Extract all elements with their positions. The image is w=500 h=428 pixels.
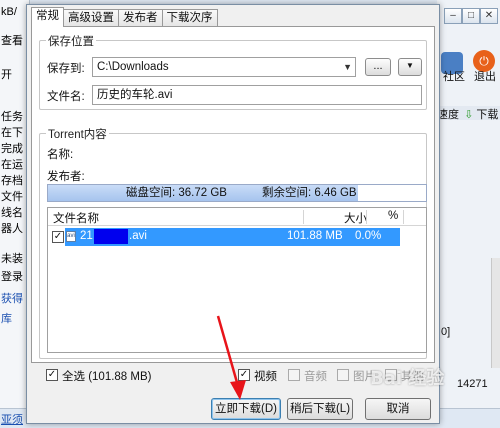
column-filename[interactable]: 文件名称	[53, 210, 99, 226]
image-checkbox[interactable]	[337, 369, 349, 381]
file-name-prefix: 21	[80, 230, 93, 242]
torrent-content-title: Torrent内容	[46, 126, 109, 142]
bg-fragment: 库	[1, 313, 12, 325]
bg-fragment: 在下	[1, 127, 23, 139]
bg-fragment: kB/	[1, 6, 17, 18]
bg-fragment: 0]	[441, 326, 451, 338]
save-location-group: 保存位置 保存到: C:\Downloads ▼ ... ▼ 文件名: 历史的车…	[39, 33, 427, 110]
browse-button[interactable]: ...	[365, 58, 391, 76]
bg-fragment: 完成	[1, 143, 23, 155]
save-path-combo[interactable]: C:\Downloads ▼	[92, 57, 356, 77]
chevron-down-icon[interactable]: ▼	[343, 58, 352, 76]
column-divider[interactable]	[303, 210, 304, 224]
bg-fragment: 获得	[1, 293, 23, 305]
bg-fragment: 亚须	[1, 414, 23, 426]
filename-value: 历史的车轮.avi	[97, 89, 173, 101]
exit-label: 退出	[474, 71, 496, 83]
download-header: 下载	[476, 109, 499, 121]
watermark: Bai 经验	[370, 368, 445, 389]
save-location-title: 保存位置	[46, 33, 96, 49]
background-right-panel: ⏻ 社区 退出 速度 ⇩ 下载 0] 14271	[437, 0, 500, 428]
file-size: 101.88 MB	[287, 230, 343, 242]
filename-label: 文件名:	[47, 91, 85, 103]
remaining-space-text: 剩余空间: 6.46 GB	[262, 187, 357, 199]
tab-bar: 常规 高级设置 发布者 下载次序	[31, 7, 218, 27]
video-file-icon: avi	[66, 231, 76, 242]
publisher-label: 发布者:	[47, 171, 85, 183]
file-percent: 0.0%	[355, 230, 382, 242]
close-icon[interactable]: ✕	[480, 8, 498, 24]
bg-fragment: 线名	[1, 207, 23, 219]
audio-checkbox[interactable]	[288, 369, 300, 381]
tab-general[interactable]: 常规	[31, 7, 64, 27]
file-list-header: 文件名称 大小 %	[48, 208, 426, 226]
cancel-button[interactable]: 取消	[365, 398, 431, 420]
select-all-label[interactable]: 全选 (101.88 MB)	[62, 368, 151, 384]
speed-header: 速度	[437, 109, 459, 121]
select-all-checkbox[interactable]: ✓	[46, 369, 58, 381]
column-size[interactable]: 大小	[344, 210, 367, 226]
column-header: 速度 ⇩ 下载	[437, 106, 500, 121]
audio-filter-label[interactable]: 音频	[304, 368, 327, 384]
bg-fragment: 器人	[1, 223, 23, 235]
video-filter-label[interactable]: 视频	[254, 368, 277, 384]
window-controls: – □ ✕	[444, 2, 498, 24]
name-label: 名称:	[47, 149, 74, 161]
maximize-icon[interactable]: □	[462, 8, 480, 24]
annotation-arrow-icon	[216, 315, 246, 400]
save-options-button[interactable]: ▼	[398, 58, 422, 76]
file-row[interactable]: avi 21 .avi 101.88 MB 0.0%	[65, 228, 400, 246]
tab-publisher[interactable]: 发布者	[118, 9, 163, 27]
bg-fragment: 开	[1, 69, 12, 81]
file-checkbox[interactable]: ✓	[52, 231, 64, 243]
column-divider[interactable]	[403, 210, 404, 224]
bg-fragment: 查看	[1, 35, 23, 47]
save-path-value: C:\Downloads	[97, 61, 169, 73]
bg-fragment: 14271	[457, 378, 488, 390]
bg-fragment: 任务	[1, 111, 23, 123]
bg-scrollbar[interactable]	[491, 258, 500, 368]
disk-space-bar: 磁盘空间: 36.72 GB 剩余空间: 6.46 GB	[47, 184, 427, 202]
filename-input[interactable]: 历史的车轮.avi	[92, 85, 422, 105]
community-label: 社区	[443, 71, 465, 83]
bg-fragment: 在运	[1, 159, 23, 171]
download-later-button[interactable]: 稍后下载(L)	[287, 398, 353, 420]
bg-fragment: 存档	[1, 175, 23, 187]
bg-fragment: 文件	[1, 191, 23, 203]
file-name-suffix: .avi	[129, 230, 147, 242]
bg-fragment: 未装	[1, 253, 23, 265]
minimize-icon[interactable]: –	[444, 8, 462, 24]
column-percent[interactable]: %	[388, 210, 398, 222]
download-arrow-icon: ⇩	[464, 109, 474, 121]
redacted-name	[94, 229, 128, 244]
tab-download-order[interactable]: 下载次序	[161, 9, 218, 27]
tab-advanced[interactable]: 高级设置	[63, 9, 119, 27]
disk-space-text: 磁盘空间: 36.72 GB	[126, 187, 227, 199]
bg-fragment: 登录	[1, 271, 23, 283]
column-divider[interactable]	[366, 210, 367, 224]
save-to-label: 保存到:	[47, 63, 85, 75]
